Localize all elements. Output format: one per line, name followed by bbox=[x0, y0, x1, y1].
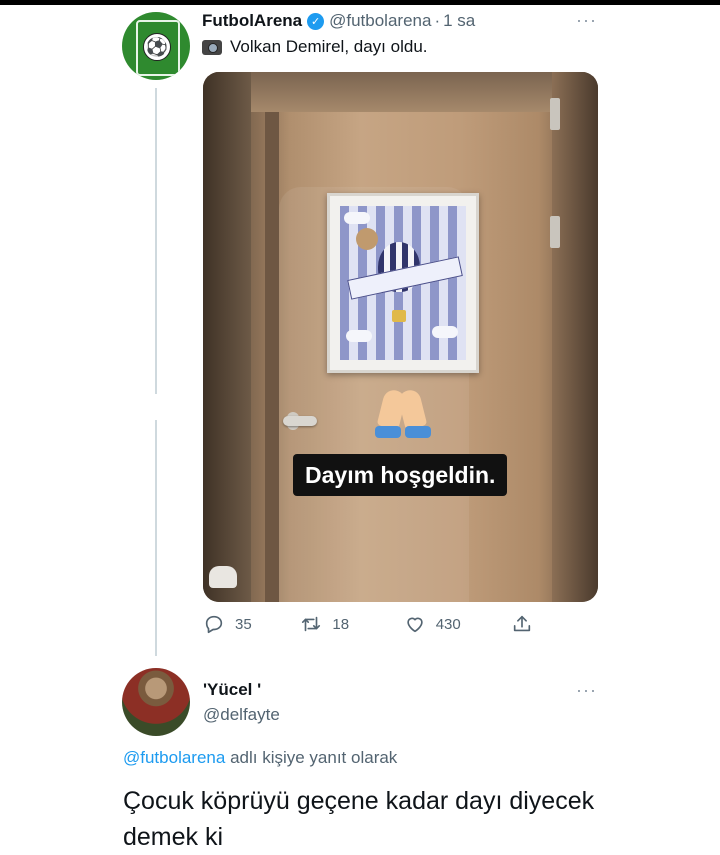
reply-text: Çocuk köprüyü geçene kadar dayı diyecek … bbox=[123, 787, 595, 851]
photo-hinge bbox=[550, 98, 560, 130]
reply-icon bbox=[205, 615, 223, 634]
folded-hands-emoji-icon bbox=[373, 387, 433, 440]
verified-badge-icon: ✓ bbox=[307, 12, 325, 30]
reply-count: 35 bbox=[235, 615, 252, 633]
photo-teddy-bear bbox=[356, 228, 378, 250]
tweet-actions: 35 18 430 bbox=[203, 610, 543, 638]
retweet-icon bbox=[302, 616, 321, 632]
thread-line bbox=[155, 88, 157, 394]
tweet-photo[interactable]: Dayım hoşgeldin. bbox=[203, 72, 598, 602]
photo-ceiling bbox=[203, 72, 598, 112]
tweet-time[interactable]: 1 sa bbox=[443, 11, 475, 31]
separator-dot: · bbox=[434, 11, 441, 30]
reply-author-name[interactable]: 'Yücel ' bbox=[203, 680, 261, 700]
photo-door-handle bbox=[283, 416, 317, 426]
photo-cloud bbox=[432, 326, 458, 338]
share-button[interactable] bbox=[511, 613, 543, 635]
photo-door-frame-right bbox=[552, 72, 598, 602]
like-icon bbox=[407, 617, 423, 633]
yucel-avatar[interactable] bbox=[122, 668, 190, 736]
retweet-count: 18 bbox=[332, 615, 350, 633]
author-handle[interactable]: @futbolarena bbox=[329, 11, 431, 31]
more-options-icon[interactable]: ··· bbox=[576, 680, 597, 701]
camera-emoji-icon bbox=[202, 39, 222, 55]
like-count: 430 bbox=[435, 615, 461, 633]
tweet-text-content: Volkan Demirel, dayı oldu. bbox=[230, 37, 428, 56]
retweet-button[interactable]: 18 bbox=[300, 613, 403, 635]
more-options-icon[interactable]: ··· bbox=[576, 10, 597, 31]
tweet-text: Volkan Demirel, dayı oldu. bbox=[202, 37, 428, 57]
tweet-header: FutbolArena ✓ @futbolarena · 1 sa bbox=[202, 10, 475, 32]
photo-door-edge bbox=[265, 112, 279, 602]
photo-balloon-basket bbox=[392, 310, 406, 322]
photo-baby-frame bbox=[327, 193, 479, 373]
thread-line bbox=[155, 420, 157, 656]
share-icon bbox=[513, 615, 531, 632]
photo-hinge bbox=[550, 216, 560, 248]
photo-caption: Dayım hoşgeldin. bbox=[293, 454, 508, 496]
photo-cloud bbox=[346, 330, 372, 342]
like-button[interactable]: 430 bbox=[404, 613, 511, 635]
top-bar bbox=[0, 0, 720, 5]
reply-button[interactable]: 35 bbox=[203, 613, 300, 635]
reply-author-handle[interactable]: @delfayte bbox=[203, 705, 280, 725]
photo-cloud bbox=[344, 212, 370, 224]
photo-door-knob bbox=[209, 566, 237, 588]
photo-door-frame-left bbox=[203, 72, 251, 602]
soccer-ball-icon: ⚽ bbox=[143, 33, 171, 61]
futbolarena-avatar[interactable]: ⚽ bbox=[122, 12, 190, 80]
replying-to-suffix: adlı kişiye yanıt olarak bbox=[230, 748, 398, 767]
replying-to: @futbolarena adlı kişiye yanıt olarak bbox=[123, 748, 397, 768]
author-name[interactable]: FutbolArena bbox=[202, 11, 302, 31]
replying-to-handle-link[interactable]: @futbolarena bbox=[123, 748, 225, 767]
photo-frame-art bbox=[340, 206, 466, 360]
